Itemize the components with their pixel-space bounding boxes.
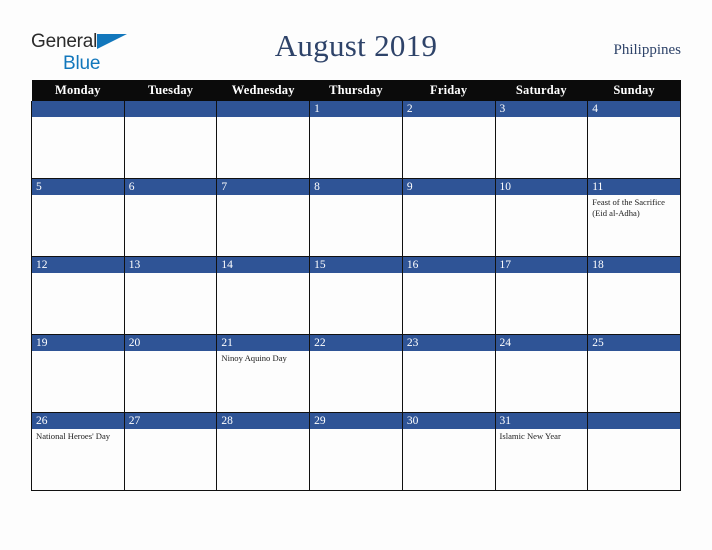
calendar-week-row: 1234 — [31, 101, 681, 179]
day-number: 10 — [496, 179, 587, 195]
calendar-day-cell[interactable]: 29 — [309, 412, 403, 491]
day-number — [588, 413, 680, 429]
day-number: 2 — [403, 101, 495, 117]
day-number — [32, 101, 124, 117]
calendar-day-cell[interactable]: 4 — [587, 101, 681, 179]
day-number: 27 — [125, 413, 216, 429]
day-number: 15 — [310, 257, 402, 273]
calendar-day-cell[interactable]: 21 Ninoy Aquino Day — [216, 334, 311, 413]
weekday-header-friday: Friday — [402, 80, 496, 101]
calendar-day-cell[interactable]: 28 — [216, 412, 311, 491]
day-number: 21 — [217, 335, 309, 351]
weekday-header-saturday: Saturday — [495, 80, 588, 101]
calendar-day-cell[interactable]: 22 — [309, 334, 403, 413]
calendar-day-cell[interactable]: 3 — [494, 101, 589, 179]
calendar-day-cell[interactable]: 5 — [31, 178, 125, 257]
calendar-day-cell[interactable]: 17 — [494, 256, 589, 335]
day-number: 28 — [217, 413, 309, 429]
calendar-body: 1 2 3 4 5 6 7 8 9 10 11 Feast of the Sacrifice (Eid… — [31, 101, 681, 491]
day-number: 31 — [496, 413, 587, 429]
calendar-day-cell[interactable]: 25 — [587, 334, 681, 413]
calendar-week-row: 19 20 21 Ninoy Aquino Day 22 23 24 25 — [31, 334, 681, 413]
region-label: Philippines — [613, 42, 681, 58]
day-number: 1 — [310, 101, 402, 117]
calendar-day-cell[interactable]: 7 — [216, 178, 311, 257]
calendar-day-cell[interactable]: 26 National Heroes' Day — [31, 412, 125, 491]
page-header: General Blue August 2019 Philippines — [31, 28, 681, 74]
calendar-day-cell[interactable]: 19 — [31, 334, 125, 413]
calendar-day-cell[interactable]: 23 — [401, 334, 496, 413]
weekday-header-thursday: Thursday — [309, 80, 403, 101]
holiday-event-label: National Heroes' Day — [36, 431, 111, 441]
calendar-day-cell[interactable]: 30 — [401, 412, 496, 491]
day-number: 25 — [588, 335, 680, 351]
weekday-header-tuesday: Tuesday — [124, 80, 217, 101]
calendar-week-row: 26 National Heroes' Day 27 28 29 30 31 Islamic … — [31, 412, 681, 491]
calendar-day-cell[interactable]: 14 — [216, 256, 311, 335]
day-number: 22 — [310, 335, 402, 351]
calendar-day-cell[interactable]: 15 — [309, 256, 403, 335]
weekday-header-monday: Monday — [31, 80, 125, 101]
page-title: August 2019 — [274, 28, 438, 63]
day-number: 5 — [32, 179, 124, 195]
holiday-event-label: Feast of the Sacrifice (Eid al-Adha) — [592, 197, 665, 218]
holiday-event-label: Ninoy Aquino Day — [221, 353, 287, 363]
calendar-page: General Blue August 2019 Philippines Mon… — [0, 0, 712, 550]
day-number: 29 — [310, 413, 402, 429]
calendar-day-cell[interactable]: 12 — [31, 256, 125, 335]
calendar-day-cell[interactable]: 20 — [123, 334, 218, 413]
calendar-day-cell[interactable]: 6 — [123, 178, 218, 257]
calendar-day-cell[interactable]: 13 — [123, 256, 218, 335]
calendar-day-cell[interactable]: 31 Islamic New Year — [494, 412, 589, 491]
calendar-empty-cell[interactable] — [587, 412, 681, 491]
day-number — [125, 101, 216, 117]
weekday-header-sunday: Sunday — [587, 80, 681, 101]
weekday-header-wednesday: Wednesday — [216, 80, 310, 101]
day-number: 20 — [125, 335, 216, 351]
day-number: 24 — [496, 335, 587, 351]
day-number: 4 — [588, 101, 680, 117]
calendar-empty-cell[interactable] — [123, 101, 218, 179]
holiday-event-label: Islamic New Year — [499, 431, 561, 441]
day-number: 16 — [403, 257, 495, 273]
day-number: 3 — [496, 101, 587, 117]
calendar-day-cell[interactable]: 18 — [587, 256, 681, 335]
day-number: 13 — [125, 257, 216, 273]
day-number: 30 — [403, 413, 495, 429]
calendar-day-cell[interactable]: 2 — [401, 101, 496, 179]
calendar-day-cell[interactable]: 1 — [309, 101, 403, 179]
day-number: 7 — [217, 179, 309, 195]
day-number: 8 — [310, 179, 402, 195]
calendar-day-cell[interactable]: 9 — [401, 178, 496, 257]
calendar-day-cell[interactable]: 24 — [494, 334, 589, 413]
calendar-empty-cell[interactable] — [216, 101, 311, 179]
day-number: 12 — [32, 257, 124, 273]
calendar-day-cell[interactable]: 27 — [123, 412, 218, 491]
calendar-day-cell[interactable]: 11 Feast of the Sacrifice (Eid al-Adha) — [587, 178, 681, 257]
calendar-week-row: 12 13 14 15 16 17 18 — [31, 256, 681, 335]
day-number: 14 — [217, 257, 309, 273]
day-number: 23 — [403, 335, 495, 351]
day-number: 17 — [496, 257, 587, 273]
calendar-week-row: 5 6 7 8 9 10 11 Feast of the Sacrifice (Eid al-… — [31, 178, 681, 257]
day-number: 11 — [588, 179, 680, 195]
weekday-header-row: Monday Tuesday Wednesday Thursday Friday… — [31, 80, 681, 101]
day-number: 19 — [32, 335, 124, 351]
calendar-day-cell[interactable]: 16 — [401, 256, 496, 335]
calendar-day-cell[interactable]: 10 — [494, 178, 589, 257]
day-number: 18 — [588, 257, 680, 273]
day-number — [217, 101, 309, 117]
calendar-day-cell[interactable]: 8 — [309, 178, 403, 257]
day-number: 6 — [125, 179, 216, 195]
day-number: 26 — [32, 413, 124, 429]
calendar-empty-cell[interactable] — [31, 101, 125, 179]
day-number: 9 — [403, 179, 495, 195]
calendar-grid: Monday Tuesday Wednesday Thursday Friday… — [31, 80, 681, 491]
